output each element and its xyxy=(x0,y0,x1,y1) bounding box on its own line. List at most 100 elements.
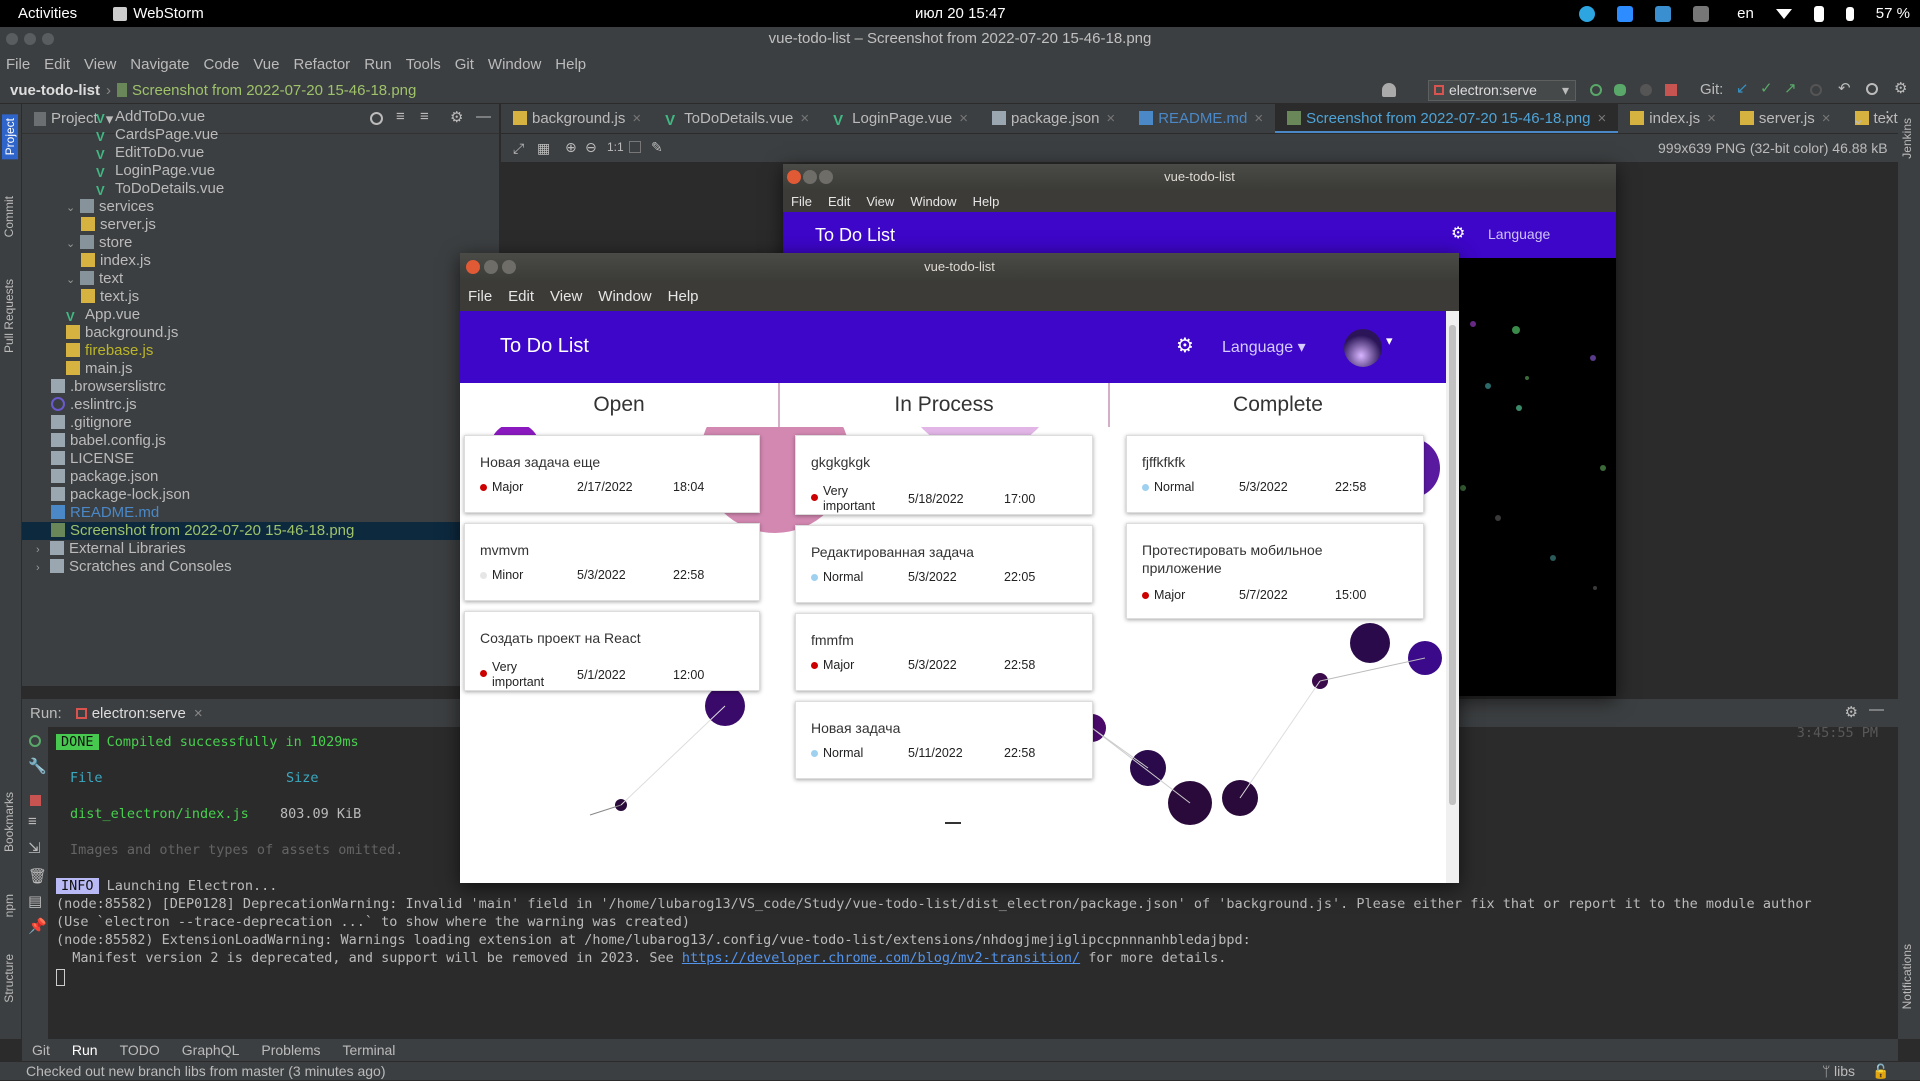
wrench-icon[interactable]: 🔧 xyxy=(28,757,47,775)
menu-navigate[interactable]: Navigate xyxy=(130,56,189,73)
tree-file[interactable]: › External Libraries xyxy=(22,540,499,558)
bottom-tab-todo[interactable]: TODO xyxy=(120,1042,160,1058)
run-settings-icon[interactable]: ⚙ xyxy=(1845,703,1858,721)
tree-file[interactable]: main.js xyxy=(22,360,499,378)
clear-icon[interactable]: 🗑 xyxy=(28,867,47,885)
zoom-in-icon[interactable]: ⊕ xyxy=(565,139,577,156)
electron-menu-help[interactable]: Help xyxy=(973,194,1000,209)
tree-file[interactable]: README.md xyxy=(22,504,499,522)
tabs-more-icon[interactable]: ⋮ xyxy=(1880,108,1895,126)
layout-icon[interactable]: ▤ xyxy=(28,892,42,910)
menu-vue[interactable]: Vue xyxy=(253,56,279,73)
menu-edit[interactable]: Edit xyxy=(44,56,70,73)
settings-gear-icon[interactable]: ⚙ xyxy=(1176,333,1194,358)
electron-menu-edit[interactable]: Edit xyxy=(508,288,534,305)
close-icon[interactable]: × xyxy=(800,110,809,127)
background-icon[interactable] xyxy=(629,141,641,153)
close-icon[interactable]: × xyxy=(1254,110,1263,127)
lock-icon[interactable]: 🔓 xyxy=(1872,1062,1889,1081)
tree-file[interactable]: background.js xyxy=(22,324,499,342)
tree-file[interactable]: server.js xyxy=(22,216,499,234)
run-config-tab[interactable]: electron:serve xyxy=(92,705,186,722)
task-card[interactable]: fmmfm Major 5/3/2022 22:58 xyxy=(795,613,1093,691)
editor-tab[interactable]: background.js × xyxy=(501,104,653,133)
clock[interactable]: июл 20 15:47 xyxy=(915,5,1006,22)
jenkins-tool-tab[interactable]: Jenkins xyxy=(1900,118,1914,159)
electron-menu-edit[interactable]: Edit xyxy=(828,194,850,209)
editor-tab[interactable]: README.md × xyxy=(1127,104,1275,133)
task-card[interactable]: Редактированная задача Normal 5/3/2022 22:0… xyxy=(795,525,1093,603)
close-icon[interactable]: × xyxy=(632,110,641,127)
electron-menu-file[interactable]: File xyxy=(468,288,492,305)
scrollbar[interactable] xyxy=(1446,311,1459,883)
rollback-icon[interactable]: ↶ xyxy=(1838,79,1851,97)
gear-icon[interactable]: ⚙ xyxy=(1451,223,1465,243)
editor-tab[interactable]: index.js × xyxy=(1618,104,1728,133)
commit-tool-tab[interactable]: Commit xyxy=(2,196,16,237)
chevron-icon[interactable]: › xyxy=(36,541,50,559)
tree-file[interactable]: LICENSE xyxy=(22,450,499,468)
editor-tab[interactable]: server.js × xyxy=(1728,104,1843,133)
tree-file[interactable]: V AddToDo.vue xyxy=(22,108,499,126)
minimize-icon[interactable] xyxy=(484,260,498,274)
task-card[interactable]: fjffkfkfk Normal 5/3/2022 22:58 xyxy=(1126,435,1424,513)
electron-menu-window[interactable]: Window xyxy=(910,194,956,209)
tree-file[interactable]: package.json xyxy=(22,468,499,486)
language-dropdown[interactable]: Language ▾ xyxy=(1222,337,1306,357)
menu-window[interactable]: Window xyxy=(488,56,541,73)
editor-tab[interactable]: package.json × xyxy=(980,104,1127,133)
task-card[interactable]: gkgkgkgk Very important 5/18/2022 17:00 xyxy=(795,435,1093,515)
slack-icon[interactable] xyxy=(1693,5,1710,22)
drag-handle[interactable] xyxy=(945,822,961,824)
maximize-icon[interactable] xyxy=(819,170,833,184)
tree-file[interactable]: .gitignore xyxy=(22,414,499,432)
tree-file[interactable]: babel.config.js xyxy=(22,432,499,450)
tree-file[interactable]: firebase.js xyxy=(22,342,499,360)
git-update-icon[interactable]: ↙ xyxy=(1736,79,1749,97)
close-icon[interactable]: × xyxy=(1707,110,1716,127)
tree-file[interactable]: text.js xyxy=(22,288,499,306)
wifi-icon[interactable] xyxy=(1775,8,1792,19)
task-card[interactable]: mvmvm Minor 5/3/2022 22:58 xyxy=(464,523,760,601)
back-app-brand[interactable]: To Do List xyxy=(815,225,895,246)
manifest-link[interactable]: https://developer.chrome.com/blog/mv2-tr… xyxy=(682,950,1080,966)
bottom-tab-terminal[interactable]: Terminal xyxy=(343,1042,396,1058)
maximize-window-button[interactable] xyxy=(42,33,54,45)
close-icon[interactable]: × xyxy=(959,110,968,127)
editor-tab[interactable]: V LoginPage.vue × xyxy=(821,104,980,133)
menu-refactor[interactable]: Refactor xyxy=(293,56,350,73)
tree-file[interactable]: .eslintrc.js xyxy=(22,396,499,414)
screenshot-icon[interactable] xyxy=(1655,5,1672,22)
breadcrumb-file[interactable]: Screenshot from 2022-07-20 15-46-18.png xyxy=(132,82,416,99)
menu-view[interactable]: View xyxy=(84,56,116,73)
tree-file[interactable]: package-lock.json xyxy=(22,486,499,504)
close-icon[interactable]: × xyxy=(194,705,203,722)
npm-tool-tab[interactable]: npm xyxy=(2,894,16,917)
notifications-tool-tab[interactable]: Notifications xyxy=(1900,944,1914,1009)
tree-file[interactable]: index.js xyxy=(22,252,499,270)
color-picker-icon[interactable]: ✎ xyxy=(651,139,663,156)
tree-folder[interactable]: ⌄ text xyxy=(22,270,499,288)
search-icon[interactable] xyxy=(1866,83,1878,95)
maximize-icon[interactable] xyxy=(502,260,516,274)
bottom-tab-git[interactable]: Git xyxy=(32,1042,50,1058)
structure-tool-tab[interactable]: Structure xyxy=(2,954,16,1003)
electron-menu-view[interactable]: View xyxy=(866,194,894,209)
actual-size-button[interactable]: 1:1 xyxy=(607,140,624,154)
tree-file[interactable]: V LoginPage.vue xyxy=(22,162,499,180)
git-push-icon[interactable]: ↗ xyxy=(1784,79,1797,97)
tree-file[interactable]: › Scratches and Consoles xyxy=(22,558,499,576)
task-card[interactable]: Протестировать мобильное приложение Major… xyxy=(1126,523,1424,619)
menu-tools[interactable]: Tools xyxy=(406,56,441,73)
app-brand[interactable]: To Do List xyxy=(500,335,589,358)
bookmarks-tool-tab[interactable]: Bookmarks xyxy=(2,792,16,852)
breadcrumb-project[interactable]: vue-todo-list xyxy=(10,82,100,99)
minimize-window-button[interactable] xyxy=(24,33,36,45)
pin-icon[interactable]: 📌 xyxy=(28,917,47,935)
zoom-out-icon[interactable]: ⊖ xyxy=(585,139,597,156)
electron-menu-file[interactable]: File xyxy=(791,194,812,209)
tree-folder[interactable]: ⌄ services xyxy=(22,198,499,216)
bottom-tab-run[interactable]: Run xyxy=(72,1042,98,1058)
close-icon[interactable] xyxy=(466,260,480,274)
close-icon[interactable]: × xyxy=(1598,110,1607,127)
